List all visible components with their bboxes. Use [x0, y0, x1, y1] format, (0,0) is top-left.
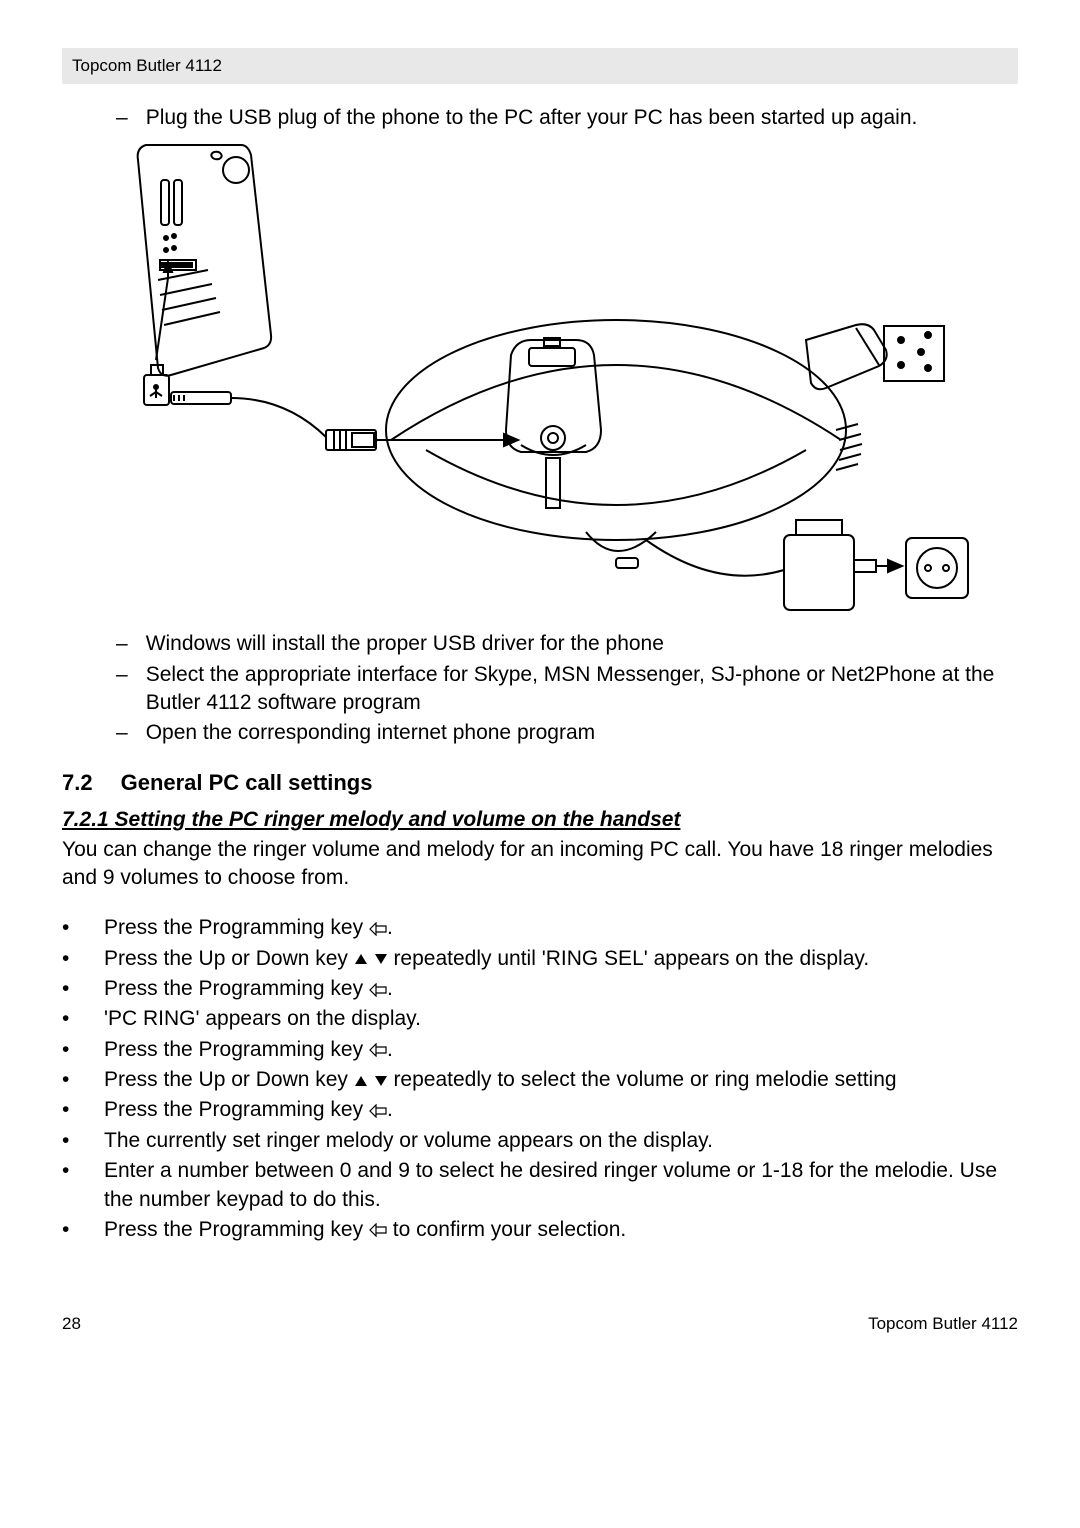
down-arrow-icon — [374, 953, 388, 965]
section-number: 7.2 — [62, 770, 93, 796]
page-header: Topcom Butler 4112 — [62, 48, 1018, 84]
after-item-1: – Windows will install the proper USB dr… — [116, 630, 1018, 658]
program-key-icon — [369, 1223, 387, 1237]
page-footer: 28 Topcom Butler 4112 — [62, 1314, 1018, 1334]
step-8: •The currently set ringer melody or volu… — [62, 1127, 1018, 1155]
after-item-3: – Open the corresponding internet phone … — [116, 719, 1018, 747]
after-diagram-list: – Windows will install the proper USB dr… — [116, 630, 1018, 747]
intro-dash-list: – Plug the USB plug of the phone to the … — [116, 104, 1018, 132]
step-6: •Press the Up or Down key repeatedly to … — [62, 1066, 1018, 1094]
up-arrow-icon — [354, 953, 368, 965]
after-item-3-text: Open the corresponding internet phone pr… — [146, 719, 595, 747]
up-arrow-icon — [354, 1075, 368, 1087]
step-9: •Enter a number between 0 and 9 to selec… — [62, 1157, 1018, 1214]
step-10: •Press the Programming key to confirm yo… — [62, 1216, 1018, 1244]
subsection-para: You can change the ringer volume and mel… — [62, 836, 1018, 893]
down-arrow-icon — [374, 1075, 388, 1087]
header-product: Topcom Butler 4112 — [72, 56, 222, 75]
section-title: General PC call settings — [121, 770, 373, 796]
after-item-1-text: Windows will install the proper USB driv… — [146, 630, 664, 658]
program-key-icon — [369, 983, 387, 997]
step-1: •Press the Programming key . — [62, 914, 1018, 942]
dash-glyph: – — [116, 719, 128, 747]
step-5: •Press the Programming key . — [62, 1036, 1018, 1064]
steps-list: •Press the Programming key . •Press the … — [62, 914, 1018, 1244]
intro-item-plug-text: Plug the USB plug of the phone to the PC… — [146, 104, 918, 132]
subsection-title: 7.2.1 Setting the PC ringer melody and v… — [62, 808, 680, 831]
program-key-icon — [369, 1104, 387, 1118]
step-3: •Press the Programming key . — [62, 975, 1018, 1003]
after-item-2-text: Select the appropriate interface for Sky… — [146, 661, 1018, 718]
intro-item-plug: – Plug the USB plug of the phone to the … — [116, 104, 1018, 132]
connection-diagram — [116, 140, 1018, 620]
dash-glyph: – — [116, 661, 128, 718]
after-item-2: – Select the appropriate interface for S… — [116, 661, 1018, 718]
dash-glyph: – — [116, 104, 128, 132]
program-key-icon — [369, 1043, 387, 1057]
subsection-heading: 7.2.1 Setting the PC ringer melody and v… — [62, 808, 1018, 832]
step-2: •Press the Up or Down key repeatedly unt… — [62, 945, 1018, 973]
footer-product: Topcom Butler 4112 — [868, 1314, 1018, 1334]
diagram-svg — [116, 140, 986, 620]
section-heading: 7.2 General PC call settings — [62, 770, 1018, 796]
step-4: •'PC RING' appears on the display. — [62, 1005, 1018, 1033]
footer-page-number: 28 — [62, 1314, 81, 1334]
program-key-icon — [369, 922, 387, 936]
step-7: •Press the Programming key . — [62, 1096, 1018, 1124]
dash-glyph: – — [116, 630, 128, 658]
